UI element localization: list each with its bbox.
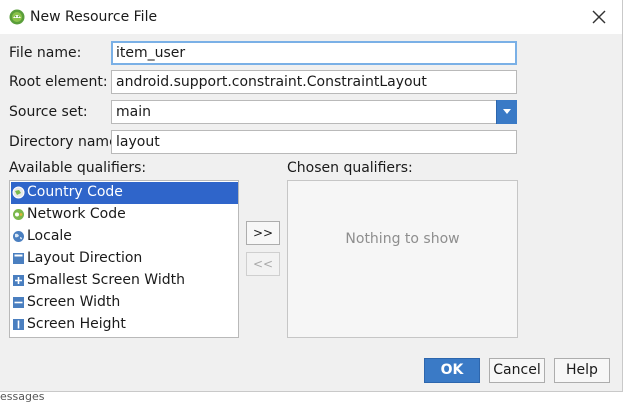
layout-direction-icon xyxy=(13,253,24,264)
network-code-icon xyxy=(13,209,24,220)
close-icon[interactable] xyxy=(588,6,610,28)
list-item-network-code[interactable]: Network Code xyxy=(11,204,238,226)
source-set-label: Source set: xyxy=(9,104,88,120)
chosen-qualifiers-list[interactable]: Nothing to show xyxy=(287,180,518,338)
chevron-down-icon xyxy=(503,109,511,114)
chosen-qualifiers-label: Chosen qualifiers: xyxy=(287,160,413,176)
android-studio-icon xyxy=(9,9,25,25)
list-item-screen-height[interactable]: Screen Height xyxy=(11,314,238,336)
list-item-label: Country Code xyxy=(27,184,123,200)
source-set-dropdown[interactable]: main xyxy=(111,100,517,124)
ok-button[interactable]: OK xyxy=(424,358,480,383)
list-item-smallest-screen-width[interactable]: Smallest Screen Width xyxy=(11,270,238,292)
list-item-screen-width[interactable]: Screen Width xyxy=(11,292,238,314)
list-item-label: Screen Height xyxy=(27,316,126,332)
directory-name-input[interactable]: layout xyxy=(111,130,517,154)
globe-icon xyxy=(13,231,24,242)
remove-qualifier-button[interactable]: << xyxy=(246,252,280,276)
source-set-value: main xyxy=(116,104,151,120)
list-item-label: Screen Width xyxy=(27,294,121,310)
list-item-layout-direction[interactable]: Layout Direction xyxy=(11,248,238,270)
help-button[interactable]: Help xyxy=(554,358,610,383)
root-element-label: Root element: xyxy=(9,74,108,90)
list-item-country-code[interactable]: Country Code xyxy=(11,182,238,204)
empty-list-text: Nothing to show xyxy=(345,231,460,247)
file-name-input[interactable]: item_user xyxy=(111,41,517,65)
list-item-label: Smallest Screen Width xyxy=(27,272,185,288)
screen-height-icon xyxy=(13,319,24,330)
file-name-label: File name: xyxy=(9,45,82,61)
available-qualifiers-list[interactable]: Country Code Network Code Locale Layout … xyxy=(9,180,239,338)
smallest-screen-width-icon xyxy=(13,275,24,286)
add-qualifier-button[interactable]: >> xyxy=(246,221,280,245)
list-item-label: Layout Direction xyxy=(27,250,143,266)
new-resource-file-dialog: New Resource File File name: item_user R… xyxy=(0,0,623,392)
screen-width-icon xyxy=(13,297,24,308)
list-item-locale[interactable]: Locale xyxy=(11,226,238,248)
dropdown-arrow-button[interactable] xyxy=(496,100,517,124)
root-element-input[interactable]: android.support.constraint.ConstraintLay… xyxy=(111,70,517,94)
list-item-label: Network Code xyxy=(27,206,126,222)
dialog-title: New Resource File xyxy=(30,9,158,25)
title-bar: New Resource File xyxy=(0,0,622,34)
directory-name-label: Directory name: xyxy=(9,134,123,150)
available-qualifiers-label: Available qualifiers: xyxy=(9,160,147,176)
cancel-button[interactable]: Cancel xyxy=(489,358,545,383)
list-item-label: Locale xyxy=(27,228,72,244)
country-code-icon xyxy=(12,186,25,199)
